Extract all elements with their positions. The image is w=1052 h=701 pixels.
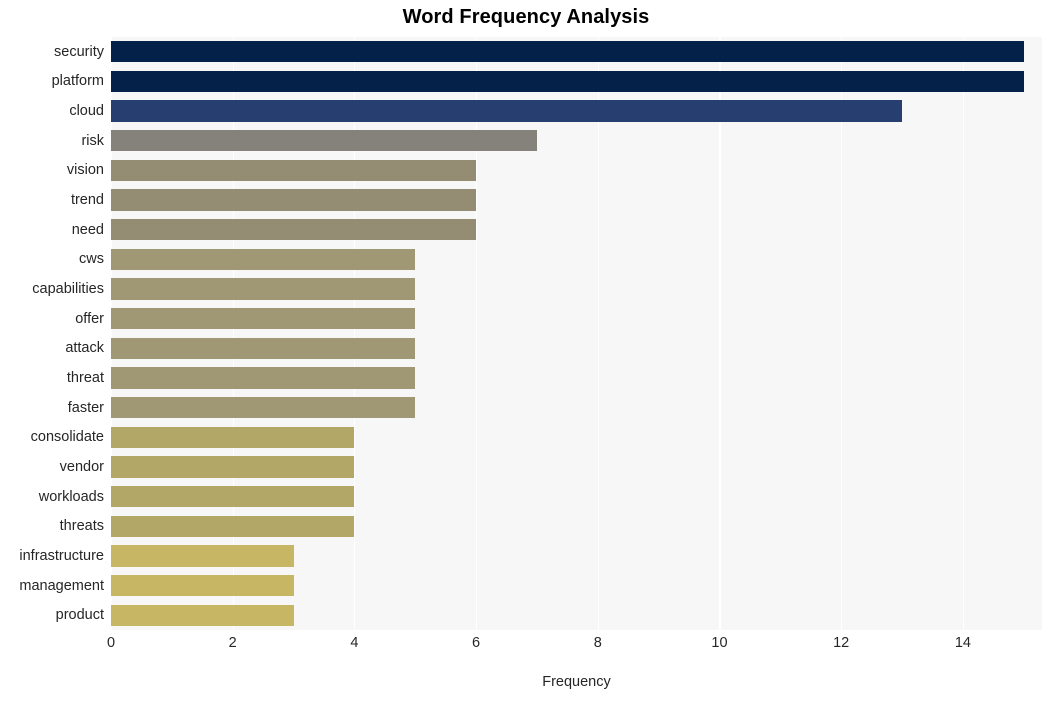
plot-area — [111, 37, 1042, 630]
bar-row[interactable] — [111, 337, 1042, 359]
y-tick-label-product: product — [55, 607, 104, 624]
x-tick-label-12: 12 — [833, 635, 850, 651]
bar-row[interactable] — [111, 159, 1042, 182]
bar-row[interactable] — [111, 70, 1042, 93]
x-tick-label-6: 6 — [472, 635, 481, 651]
bar-workloads[interactable] — [111, 485, 355, 508]
bar-row[interactable] — [111, 426, 1042, 448]
bar-management[interactable] — [111, 574, 294, 597]
y-tick-label-vendor: vendor — [59, 458, 104, 475]
bar-row[interactable] — [111, 574, 1042, 597]
bar-cws[interactable] — [111, 248, 416, 271]
y-tick-label-platform: platform — [51, 73, 104, 90]
bar-capabilities[interactable] — [111, 278, 416, 300]
bar-row[interactable] — [111, 396, 1042, 419]
bars-container — [111, 37, 1042, 630]
bar-risk[interactable] — [111, 130, 537, 152]
x-tick-label-4: 4 — [350, 635, 359, 651]
bar-need[interactable] — [111, 219, 477, 241]
bar-consolidate[interactable] — [111, 426, 355, 448]
y-tick-label-attack: attack — [65, 340, 104, 357]
x-tick-label-10: 10 — [711, 635, 728, 651]
bar-vision[interactable] — [111, 159, 477, 182]
bar-product[interactable] — [111, 604, 294, 626]
bar-row[interactable] — [111, 248, 1042, 271]
bar-trend[interactable] — [111, 189, 477, 211]
bar-row[interactable] — [111, 485, 1042, 508]
word-frequency-chart-figure: Word Frequency Analysis security platform… — [0, 0, 1052, 701]
chart-title: Word Frequency Analysis — [402, 6, 650, 28]
y-tick-label-workloads: workloads — [38, 488, 104, 505]
bar-row[interactable] — [111, 189, 1042, 211]
y-tick-label-cws: cws — [79, 251, 104, 268]
bar-platform[interactable] — [111, 70, 1024, 93]
bar-row[interactable] — [111, 515, 1042, 537]
bar-row[interactable] — [111, 456, 1042, 478]
bar-security[interactable] — [111, 41, 1024, 63]
y-tick-label-infrastructure: infrastructure — [19, 547, 104, 564]
bar-row[interactable] — [111, 130, 1042, 152]
bar-offer[interactable] — [111, 308, 416, 330]
x-tick-label-2: 2 — [228, 635, 237, 651]
y-tick-label-risk: risk — [81, 132, 104, 149]
bar-cloud[interactable] — [111, 100, 903, 122]
bar-row[interactable] — [111, 604, 1042, 626]
y-axis: security platform cloud risk vision trend need… — [0, 37, 104, 630]
y-tick-label-security: security — [54, 43, 104, 60]
y-tick-label-consolidate: consolidate — [30, 429, 104, 446]
bar-row[interactable] — [111, 219, 1042, 241]
y-tick-label-faster: faster — [67, 399, 104, 416]
bar-row[interactable] — [111, 278, 1042, 300]
bar-row[interactable] — [111, 545, 1042, 567]
bar-row[interactable] — [111, 308, 1042, 330]
y-tick-label-need: need — [71, 221, 104, 238]
bar-threats[interactable] — [111, 515, 355, 537]
y-tick-label-trend: trend — [70, 192, 104, 209]
y-tick-label-capabilities: capabilities — [32, 281, 104, 298]
bar-threat[interactable] — [111, 367, 416, 389]
x-axis-label: Frequency — [542, 674, 611, 690]
y-tick-label-cloud: cloud — [69, 103, 104, 120]
x-tick-label-8: 8 — [593, 635, 602, 651]
bar-row[interactable] — [111, 367, 1042, 389]
bar-faster[interactable] — [111, 396, 416, 419]
y-tick-label-vision: vision — [66, 162, 104, 179]
y-tick-label-threats: threats — [59, 518, 104, 535]
y-tick-label-offer: offer — [75, 310, 104, 327]
bar-row[interactable] — [111, 41, 1042, 63]
x-axis: 0 2 4 6 8 10 12 14 — [107, 630, 1042, 660]
bar-vendor[interactable] — [111, 456, 355, 478]
y-tick-label-threat: threat — [66, 369, 104, 386]
bar-attack[interactable] — [111, 337, 416, 359]
x-tick-label-14: 14 — [954, 635, 971, 651]
y-tick-label-management: management — [19, 577, 104, 594]
bar-row[interactable] — [111, 100, 1042, 122]
bar-infrastructure[interactable] — [111, 545, 294, 567]
x-tick-label-0: 0 — [106, 635, 116, 651]
